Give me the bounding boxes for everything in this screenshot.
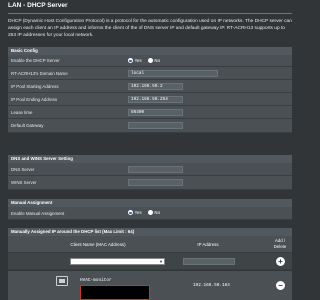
chevron-down-icon: ▼ [159,259,163,264]
section-manual-assignment: Manual Assignment [8,199,292,207]
section-dns-wins: DNS and WINS Server Setting [8,155,292,163]
dhcp-server-page: LAN - DHCP Server DHCP (Dynamic Host Con… [0,0,300,300]
device-icon [56,276,68,286]
client-select[interactable]: ▼ [70,258,165,265]
page-title: LAN - DHCP Server [8,2,68,9]
lease-time-label: Lease time [11,110,33,115]
col-ip-address: IP Address [197,242,219,247]
row-dns-server: DNS Server [8,163,292,176]
col-client-name: Client Name (MAC Address) [70,242,126,247]
domain-name-input[interactable]: local [128,70,218,77]
dns-server-label: DNS Server [11,167,35,172]
client-name[interactable]: HVAC-monitor [80,278,112,283]
minus-circle-icon[interactable]: − [276,281,285,290]
lease-time-input[interactable]: 86400 [128,109,183,116]
pool-start-input[interactable]: 192.168.50.2 [128,83,183,90]
section-basic-config: Basic Config [8,47,292,55]
enable-dhcp-no-label: No [154,58,161,64]
default-gateway-input[interactable] [128,122,183,129]
client-ip: 192.168.50.184 [193,283,230,288]
pool-start-label: IP Pool Starting Address [11,84,59,89]
row-pool-start: IP Pool Starting Address 192.168.50.2 [8,80,292,93]
dns-server-input[interactable] [128,166,183,173]
enable-dhcp-no-radio[interactable] [147,58,153,64]
row-default-gateway: Default Gateway [8,119,292,133]
enable-dhcp-yes-label: Yes [134,58,142,64]
enable-manual-no-radio[interactable] [147,210,153,216]
wins-server-input[interactable] [128,179,183,186]
wins-server-label: WINS Server [11,180,37,185]
title-divider [8,13,292,14]
row-enable-dhcp: Enable the DHCP Server Yes No [8,55,292,67]
enable-dhcp-yes-radio[interactable] [128,58,133,64]
enable-manual-label: Enable Manual Assignment [11,211,65,216]
client-mac-redacted [80,285,150,300]
enable-dhcp-label: Enable the DHCP Server [11,58,60,63]
col-add-delete: Add / Delete [273,238,287,249]
enable-manual-yes-radio[interactable] [128,210,133,216]
enable-manual-radio-group: Yes No [128,210,165,216]
manual-list-table-header: Client Name (MAC Address) IP Address Add… [8,236,292,253]
enable-manual-no-label: No [154,210,161,216]
plus-circle-icon[interactable]: + [276,257,285,266]
row-domain-name: RT-ACRH13's Domain Name local [8,67,292,80]
enable-dhcp-radio-group: Yes No [128,58,165,64]
domain-name-label: RT-ACRH13's Domain Name [11,71,68,76]
row-wins-server: WINS Server [8,176,292,190]
table-row: HVAC-monitor 192.168.50.184 − [8,271,292,300]
manual-list-add-row: ▼ + [8,253,292,270]
pool-end-input[interactable]: 192.168.50.254 [128,96,183,103]
default-gateway-label: Default Gateway [11,123,44,128]
section-manual-list: Manually Assigned IP around the DHCP lis… [8,228,292,236]
page-description: DHCP (Dynamic Host Configuration Protoco… [8,19,292,38]
new-ip-input[interactable] [183,258,235,265]
enable-manual-yes-label: Yes [134,210,142,216]
row-pool-end: IP Pool Ending Address 192.168.50.254 [8,93,292,106]
pool-end-label: IP Pool Ending Address [11,97,58,102]
row-enable-manual: Enable Manual Assignment Yes No [8,207,292,220]
row-lease-time: Lease time 86400 [8,106,292,119]
